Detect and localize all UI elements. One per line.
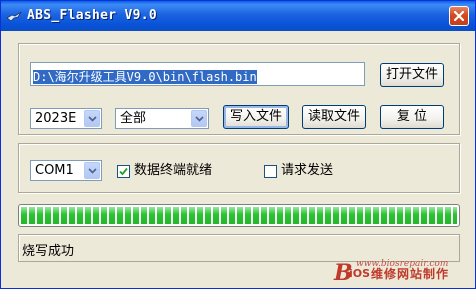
rts-checkbox[interactable] <box>264 165 277 178</box>
region-select[interactable]: 全部 <box>115 108 209 129</box>
watermark-logo-text: 维修网站制作 <box>371 267 450 281</box>
close-button[interactable] <box>449 6 469 26</box>
chevron-down-icon <box>88 116 97 122</box>
progress-fill <box>21 207 457 224</box>
year-select-value: 2023E <box>35 111 77 126</box>
year-select[interactable]: 2023E <box>30 108 102 129</box>
com-port-select[interactable]: COM1 <box>30 160 102 181</box>
status-text: 烧写成功 <box>22 244 75 259</box>
dropdown-arrow[interactable] <box>84 162 100 179</box>
checkmark-icon <box>119 167 128 176</box>
watermark-logo: B iOS 维修网站制作 <box>334 260 474 286</box>
region-select-value: 全部 <box>120 111 147 126</box>
file-path-text: D:\海尔升级工具V9.0\bin\flash.bin <box>33 70 257 84</box>
dropdown-arrow[interactable] <box>84 110 100 127</box>
close-icon <box>453 10 465 22</box>
window-title: ABS_Flasher V9.0 <box>27 8 158 23</box>
watermark-logo-ios: iOS <box>349 267 371 280</box>
rts-label[interactable]: 请求发送 <box>281 163 333 179</box>
reset-button[interactable]: 复 位 <box>380 105 444 129</box>
title-bar[interactable]: ABS_Flasher V9.0 <box>1 1 475 31</box>
progress-bar <box>18 204 460 227</box>
chevron-down-icon <box>195 116 204 122</box>
file-path-input[interactable]: D:\海尔升级工具V9.0\bin\flash.bin <box>30 62 365 86</box>
dtr-label[interactable]: 数据终端就绪 <box>134 163 212 179</box>
status-box: 烧写成功 <box>18 234 460 262</box>
read-file-button[interactable]: 读取文件 <box>302 105 366 129</box>
dtr-checkbox[interactable] <box>117 165 130 178</box>
chevron-down-icon <box>88 168 97 174</box>
write-file-button[interactable]: 写入文件 <box>223 105 289 129</box>
com-port-value: COM1 <box>35 163 74 178</box>
flasher-app-icon <box>6 11 22 22</box>
dropdown-arrow[interactable] <box>191 110 207 127</box>
main-window: ABS_Flasher V9.0 D:\海尔升级工具V9.0\bin\flash… <box>0 0 476 289</box>
open-file-button[interactable]: 打开文件 <box>380 63 444 87</box>
